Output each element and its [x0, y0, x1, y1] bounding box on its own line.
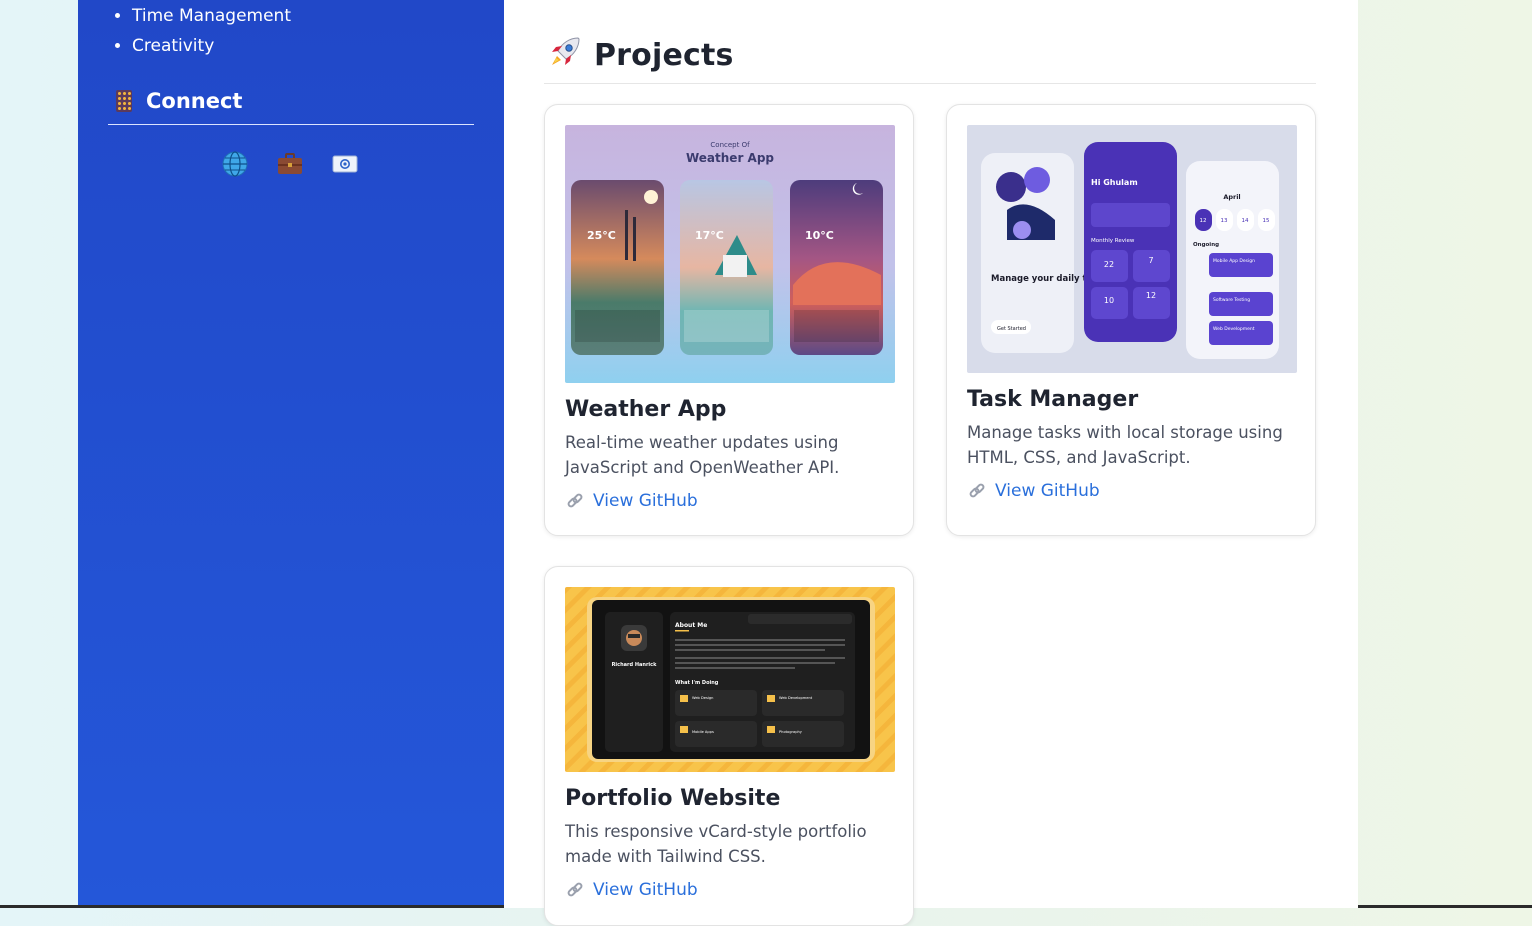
view-github-label: View GitHub [593, 491, 698, 511]
email-icon[interactable] [331, 150, 359, 178]
rocket-icon [548, 35, 582, 76]
list-item: Time Management [132, 1, 291, 31]
tm-day-1: 12 [1200, 218, 1207, 224]
main-content: Projects Concept Of Weather App 25°C 17°… [504, 0, 1358, 926]
view-github-link[interactable]: View GitHub [565, 491, 698, 511]
page-title: Projects [594, 38, 734, 73]
view-github-label: View GitHub [593, 880, 698, 900]
link-icon [567, 493, 583, 508]
project-description: Manage tasks with local storage using HT… [967, 423, 1283, 467]
pf-service-4: Photography [779, 730, 803, 734]
projects-header: Projects [544, 28, 1316, 84]
tm-task-3: Web Development [1213, 326, 1255, 332]
tm-ongoing: Ongoing [1193, 242, 1219, 248]
portfolio-website-image: Richard Hanrick About Me What I'm Doing … [565, 587, 895, 772]
temp-1: 25°C [587, 229, 616, 242]
project-card-task-manager: Manage your daily tasks Get Started Hi G… [946, 104, 1316, 536]
project-description: Real-time weather updates using JavaScri… [565, 433, 840, 477]
tm-greeting: Hi Ghulam [1091, 178, 1138, 187]
abacus-icon [116, 90, 132, 112]
tm-task-1: Mobile App Design [1213, 258, 1255, 264]
tm-review: Monthly Review [1091, 238, 1135, 244]
connect-label: Connect [146, 89, 243, 113]
temp-2: 17°C [695, 229, 724, 242]
tm-task-2: Software Testing [1213, 297, 1250, 303]
project-title: Task Manager [967, 387, 1139, 412]
tm-stat-3: 10 [1104, 296, 1114, 305]
connect-heading: Connect [108, 86, 474, 125]
tm-day-2: 13 [1221, 218, 1228, 224]
tm-month: April [1223, 193, 1240, 201]
tm-stat-4: 12 [1146, 291, 1156, 300]
task-manager-image: Manage your daily tasks Get Started Hi G… [967, 125, 1297, 373]
tm-day-3: 14 [1242, 218, 1249, 224]
pf-name: Richard Hanrick [612, 662, 658, 668]
tm-stat-1: 22 [1104, 260, 1114, 269]
view-github-label: View GitHub [995, 481, 1100, 501]
tm-day-4: 15 [1263, 218, 1270, 224]
weather-app-image: Concept Of Weather App 25°C 17°C 10°C [565, 125, 895, 383]
tm-stat-2: 7 [1148, 256, 1153, 265]
link-icon [567, 882, 583, 897]
skills-list: Time Management Creativity [132, 1, 291, 61]
project-card-portfolio: Richard Hanrick About Me What I'm Doing … [544, 566, 914, 926]
temp-3: 10°C [805, 229, 834, 242]
project-title: Portfolio Website [565, 786, 781, 811]
project-card-weather: Concept Of Weather App 25°C 17°C 10°C We… [544, 104, 914, 536]
view-github-link[interactable]: View GitHub [565, 880, 698, 900]
briefcase-icon[interactable] [276, 150, 304, 178]
pf-service-3: Mobile Apps [692, 730, 714, 734]
view-github-link[interactable]: View GitHub [967, 481, 1100, 501]
pf-doing: What I'm Doing [675, 680, 719, 686]
globe-icon[interactable] [221, 150, 249, 178]
weather-heading: Weather App [686, 151, 774, 165]
social-links [221, 150, 359, 178]
link-icon [969, 483, 985, 498]
pf-about: About Me [675, 622, 707, 629]
project-description: This responsive vCard-style portfolio ma… [565, 822, 867, 866]
tm-get-started: Get Started [997, 326, 1026, 332]
pf-service-2: Web Development [779, 696, 813, 700]
project-title: Weather App [565, 397, 727, 422]
weather-heading-small: Concept Of [710, 141, 750, 149]
pf-service-1: Web Design [692, 696, 713, 700]
list-item: Creativity [132, 31, 291, 61]
sidebar: Time Management Creativity Connect [78, 0, 504, 905]
